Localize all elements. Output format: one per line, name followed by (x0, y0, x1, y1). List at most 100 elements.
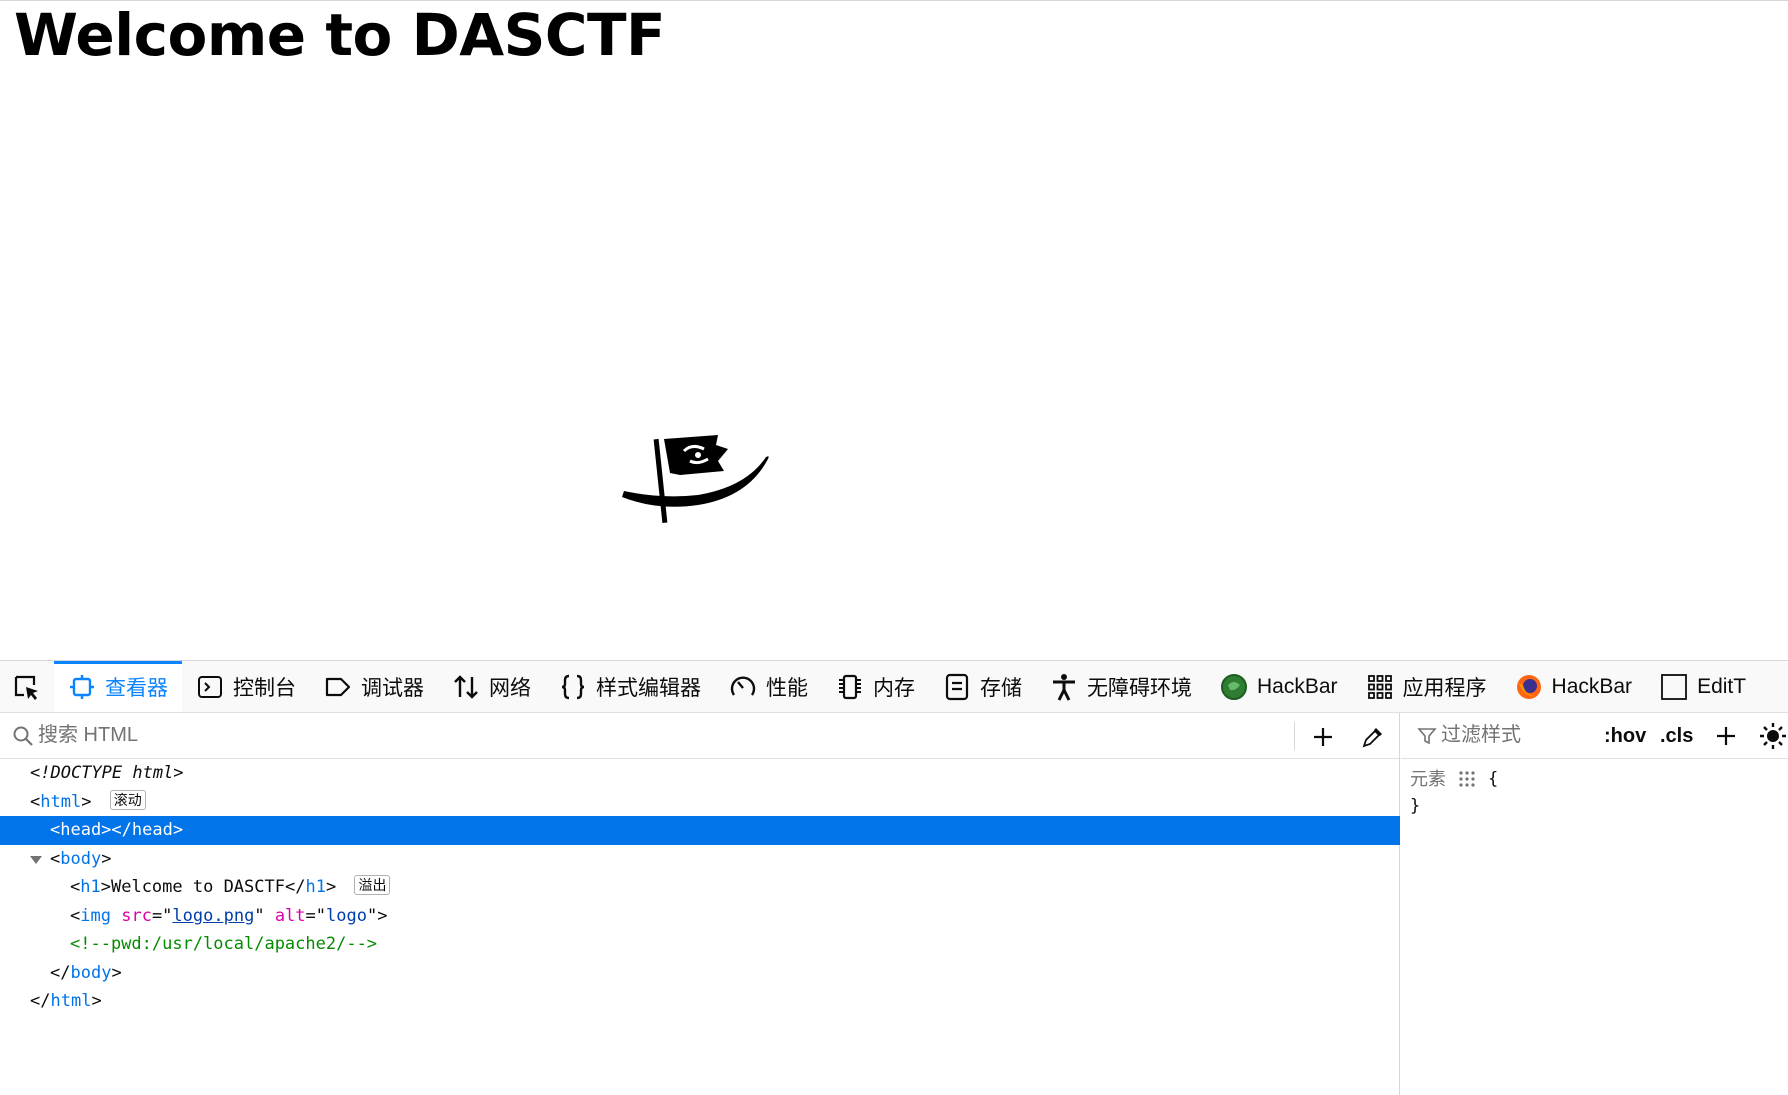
inspector-icon (68, 673, 96, 701)
tab-accessibility[interactable]: 无障碍环境 (1036, 661, 1206, 712)
color-scheme-button[interactable] (1759, 721, 1787, 751)
storage-icon (943, 673, 971, 701)
performance-icon (729, 673, 757, 701)
tree-node-html-close[interactable]: </html> (0, 987, 1400, 1016)
comment-text: <!--pwd:/usr/local/apache2/--> (70, 934, 378, 954)
style-editor-icon (559, 673, 587, 701)
tree-node-comment[interactable]: <!--pwd:/usr/local/apache2/--> (0, 930, 1400, 959)
punct: > (111, 962, 122, 983)
tab-label: HackBar (1257, 675, 1338, 698)
cls-toggle[interactable]: .cls (1660, 721, 1693, 751)
expand-twisty-icon[interactable] (30, 855, 42, 864)
tab-label: 调试器 (361, 677, 424, 700)
html-search-input[interactable] (38, 724, 1088, 747)
tab-storage[interactable]: 存储 (929, 661, 1036, 712)
punct: > (325, 877, 337, 897)
punct: < (30, 791, 41, 812)
src-link[interactable]: logo.png (172, 906, 254, 926)
scroll-badge[interactable]: 滚动 (109, 789, 146, 810)
toolbar-divider (1294, 722, 1295, 750)
markup-tree: <!DOCTYPE html> <html> 滚动 <head></head> … (0, 759, 1400, 1016)
punct: </ (50, 962, 71, 983)
tab-label: 性能 (766, 677, 808, 700)
tab-label: 内存 (873, 677, 915, 700)
attr-name: src (121, 905, 152, 926)
tab-label: 存储 (980, 677, 1022, 700)
head-tag: <head></head> (50, 820, 184, 840)
element-rule: 元素 { } (1401, 765, 1788, 819)
firefox-hackbar-icon (1515, 673, 1543, 701)
tag-name: img (80, 905, 111, 926)
tab-label: 查看器 (105, 677, 168, 700)
tab-label: 无障碍环境 (1087, 677, 1192, 700)
tab-label: 样式编辑器 (596, 677, 701, 700)
tab-memory[interactable]: 内存 (822, 661, 929, 712)
tab-network[interactable]: 网络 (438, 661, 545, 712)
hov-toggle[interactable]: :hov (1604, 721, 1646, 751)
filter-icon (1417, 727, 1437, 744)
plus-icon (1717, 727, 1735, 745)
tag-name: html (40, 791, 82, 812)
hackbar-green-icon (1220, 673, 1248, 701)
tag-name: h1 (80, 877, 101, 897)
punct: < (70, 877, 81, 897)
html-search-bar (0, 713, 1399, 759)
element-selector: 元素 (1410, 769, 1446, 789)
tree-node-body-close[interactable]: </body> (0, 959, 1400, 988)
add-rule-button[interactable] (1715, 721, 1741, 751)
grid-dots-icon[interactable] (1458, 770, 1476, 788)
punct: </ (30, 991, 51, 1011)
devtools-panel: 查看器 控制台 调试器 网络 样式编辑器 性能 内存 存储 无障碍环境 Hack… (0, 660, 1788, 1095)
devtools-toolbar: 查看器 控制台 调试器 网络 样式编辑器 性能 内存 存储 无障碍环境 Hack… (0, 661, 1788, 713)
punct: > (91, 991, 102, 1011)
tab-console[interactable]: 控制台 (182, 661, 310, 712)
tree-node-img[interactable]: <img src="logo.png" alt="logo"> (0, 902, 1400, 931)
punct: < (50, 848, 61, 869)
punct: </ (284, 877, 306, 897)
tab-debugger[interactable]: 调试器 (310, 661, 438, 712)
plus-icon (1314, 728, 1332, 746)
attr-value: logo (326, 905, 367, 926)
element-picker-button[interactable] (0, 661, 54, 712)
tag-name: body (60, 848, 102, 869)
tab-label: 控制台 (233, 677, 296, 700)
markup-pane: <!DOCTYPE html> <html> 滚动 <head></head> … (0, 713, 1400, 1095)
tree-node-doctype[interactable]: <!DOCTYPE html> (0, 759, 1400, 788)
punct: < (70, 905, 81, 926)
application-icon (1366, 673, 1394, 701)
punct: > (377, 905, 388, 926)
sun-icon (1760, 723, 1786, 749)
tree-node-h1[interactable]: <h1>Welcome to DASCTF</h1> 溢出 (0, 873, 1400, 902)
tree-node-body[interactable]: <body> (0, 845, 1400, 874)
edit-icon (1660, 673, 1688, 701)
eyedropper-button[interactable] (1358, 722, 1388, 752)
console-icon (196, 673, 224, 701)
tab-inspector[interactable]: 查看器 (54, 661, 182, 712)
add-node-button[interactable] (1308, 722, 1338, 752)
tag-name: html (50, 991, 92, 1011)
tab-label: EditT (1697, 675, 1747, 698)
tab-hackbar-2[interactable]: HackBar (1501, 661, 1647, 712)
punct: =" (305, 905, 327, 926)
tab-performance[interactable]: 性能 (715, 661, 822, 712)
close-brace: } (1410, 796, 1421, 816)
punct: > (81, 791, 92, 812)
filter-styles-input[interactable] (1441, 724, 1601, 747)
tab-application[interactable]: 应用程序 (1352, 661, 1501, 712)
tab-style-editor[interactable]: 样式编辑器 (545, 661, 715, 712)
debugger-icon (324, 673, 352, 701)
tag-name: h1 (305, 877, 326, 897)
tab-edit[interactable]: EditT (1646, 661, 1760, 712)
attr-name: alt (274, 905, 306, 926)
tree-node-html[interactable]: <html> 滚动 (0, 788, 1400, 817)
accessibility-icon (1050, 673, 1078, 701)
punct: > (100, 877, 111, 897)
tree-node-head-selected[interactable]: <head></head> (0, 816, 1400, 845)
tab-hackbar[interactable]: HackBar (1206, 661, 1352, 712)
overflow-badge[interactable]: 溢出 (354, 875, 391, 895)
page-viewport: Welcome to DASCTF (0, 0, 1788, 660)
punct: " (254, 905, 265, 926)
doctype-text: <!DOCTYPE html> (30, 763, 184, 783)
punct: > (101, 848, 112, 869)
tab-label: 应用程序 (1402, 677, 1487, 700)
